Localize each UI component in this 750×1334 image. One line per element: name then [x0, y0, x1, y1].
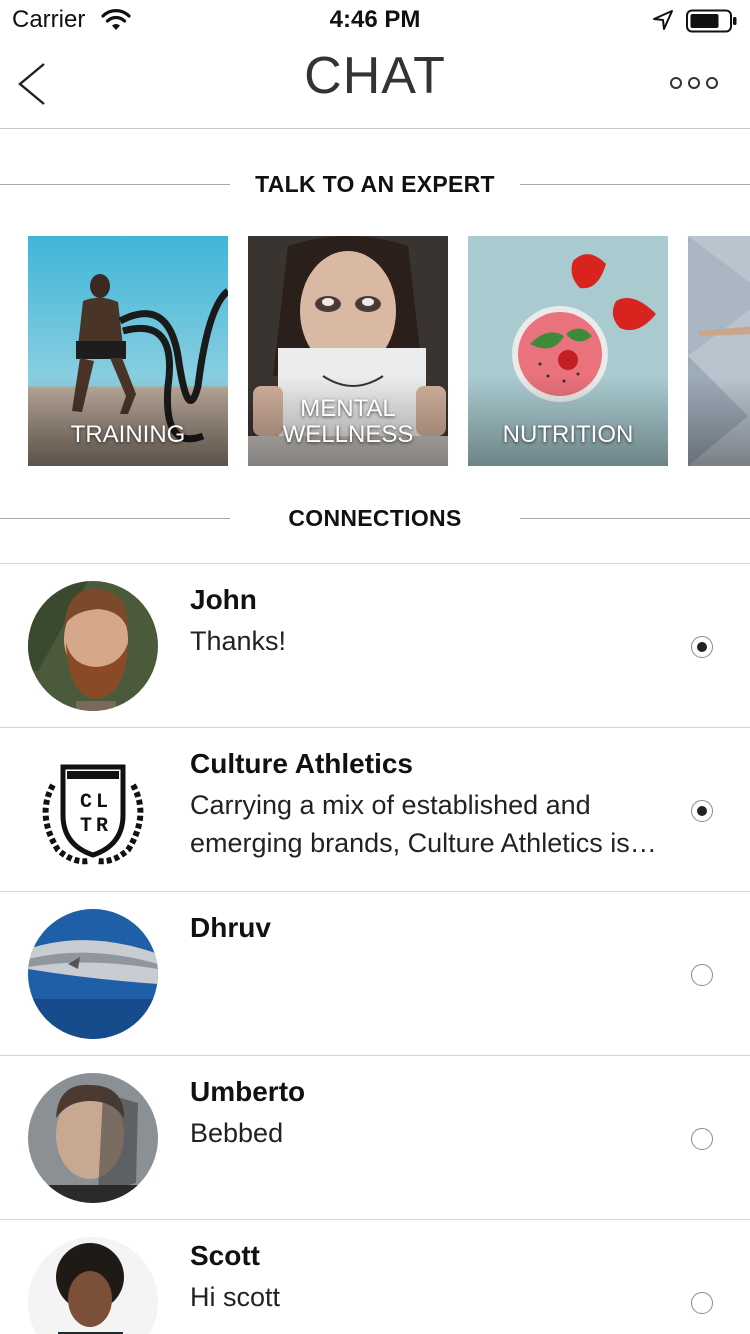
- connection-name: Scott: [190, 1240, 260, 1271]
- svg-text:T: T: [80, 815, 92, 838]
- connection-row[interactable]: Umberto Bebbed: [0, 1055, 750, 1219]
- connection-row[interactable]: C L T R Culture Athletics Carrying a mix…: [0, 727, 750, 891]
- expert-card-label: MENTAL WELLNESS: [282, 395, 414, 448]
- expert-card-mental-wellness[interactable]: MENTAL WELLNESS: [248, 236, 448, 466]
- svg-text:L: L: [96, 791, 108, 814]
- selection-radio[interactable]: [691, 1292, 713, 1314]
- connection-name: Umberto: [190, 1076, 306, 1107]
- nav-bar: CHAT: [0, 40, 750, 129]
- selection-radio[interactable]: [691, 636, 713, 658]
- expert-card-training[interactable]: TRAINING: [28, 236, 228, 466]
- section-header-connections: CONNECTIONS: [0, 499, 750, 539]
- status-bar: Carrier 4:46 PM: [0, 0, 750, 40]
- battery-icon: [686, 9, 737, 33]
- connection-name: John: [190, 584, 257, 615]
- selection-radio[interactable]: [691, 800, 713, 822]
- avatar: [28, 909, 158, 1039]
- avatar: [28, 1237, 158, 1334]
- expert-card-nutrition[interactable]: NUTRITION: [468, 236, 668, 466]
- connection-preview: Thanks!: [190, 626, 287, 656]
- divider: [520, 184, 750, 185]
- connection-row[interactable]: Scott Hi scott: [0, 1219, 750, 1334]
- connection-name: Culture Athletics: [190, 748, 413, 779]
- status-time: 4:46 PM: [329, 6, 421, 33]
- expert-card-label: NUTRITION: [502, 421, 634, 448]
- more-options-button[interactable]: [664, 70, 724, 96]
- connection-preview: Carrying a mix of established and emergi…: [190, 790, 630, 858]
- radio-selected-dot: [696, 805, 707, 816]
- connection-row[interactable]: Dhruv: [0, 891, 750, 1055]
- expert-card-partial[interactable]: S M: [688, 236, 750, 466]
- selection-radio[interactable]: [691, 1128, 713, 1150]
- location-arrow-icon: [653, 10, 673, 30]
- expert-card-label: S M: [688, 396, 750, 448]
- selection-radio[interactable]: [691, 964, 713, 986]
- svg-text:R: R: [96, 815, 108, 838]
- avatar: C L T R: [28, 745, 158, 875]
- connection-preview: Hi scott: [190, 1282, 281, 1312]
- cltr-logo: C L T R: [28, 745, 158, 875]
- page-title: CHAT: [304, 47, 446, 105]
- connection-name: Dhruv: [190, 912, 271, 943]
- connection-row[interactable]: John Thanks!: [0, 563, 750, 727]
- section-header-experts: TALK TO AN EXPERT: [0, 165, 750, 205]
- more-dots-icon: [670, 77, 718, 89]
- divider: [520, 518, 750, 519]
- connection-preview: Bebbed: [190, 1118, 284, 1148]
- avatar: [28, 581, 158, 711]
- avatar: [28, 1073, 158, 1203]
- expert-card-label: TRAINING: [70, 421, 186, 448]
- svg-text:C: C: [80, 791, 92, 814]
- connections-list: John Thanks! C L T R Culture Athletics C…: [0, 563, 750, 1334]
- radio-selected-dot: [696, 641, 707, 652]
- expert-carousel[interactable]: TRAINING MENTAL WELLNESS NUTRITION: [0, 236, 750, 466]
